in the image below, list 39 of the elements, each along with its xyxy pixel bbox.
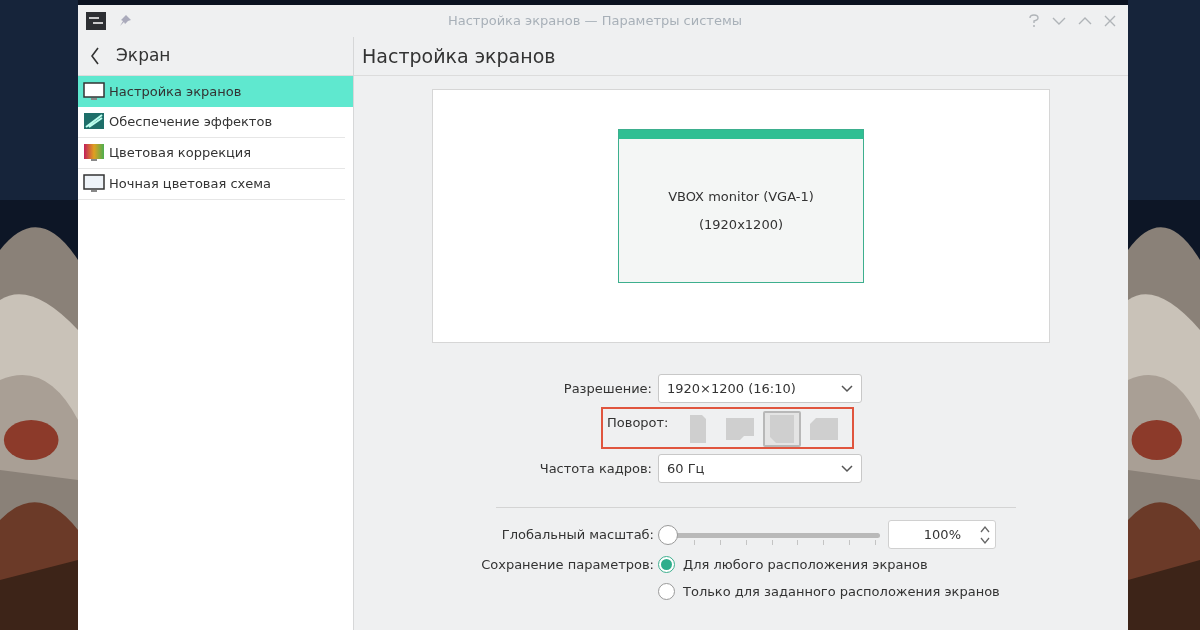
field-label: Разрешение: — [562, 379, 653, 398]
color-icon — [83, 143, 105, 163]
monitor-tile[interactable]: VBOX monitor (VGA-1) (1920x1200) — [618, 129, 864, 283]
rotation-icon — [689, 415, 706, 443]
radio-label: Только для заданного расположения экранов — [683, 582, 1000, 601]
field-label: Частота кадров: — [538, 459, 653, 478]
effects-icon — [83, 112, 105, 132]
chevron-down-icon — [841, 464, 853, 473]
radio-button[interactable] — [658, 582, 675, 600]
monitor-icon — [83, 81, 105, 102]
minimize-icon[interactable] — [1052, 16, 1066, 26]
radio-option[interactable]: Только для заданного расположения экранов — [658, 581, 1050, 601]
section-title: Экран — [116, 44, 171, 68]
field-label: Поворот: — [607, 414, 669, 432]
pin-icon[interactable] — [118, 14, 132, 28]
sidebar-item[interactable]: Настройка экранов — [78, 76, 353, 107]
help-icon[interactable] — [1028, 14, 1040, 28]
refresh-rate-dropdown[interactable]: 60 Гц — [658, 454, 862, 483]
resolution-dropdown[interactable]: 1920×1200 (16:10) — [658, 374, 862, 403]
monitor-icon — [83, 174, 105, 194]
rotation-button[interactable] — [762, 411, 801, 447]
scale-spinbox[interactable]: 100% — [888, 520, 996, 549]
monitor-name: VBOX monitor (VGA-1) — [668, 188, 814, 206]
maximize-icon[interactable] — [1078, 16, 1092, 26]
field-label: Сохранение параметров: — [480, 556, 655, 574]
radio-label: Для любого расположения экранов — [683, 556, 928, 574]
window-title: Настройка экранов — Параметры системы — [447, 12, 743, 31]
chevron-down-icon — [841, 384, 853, 393]
page-heading: Настройка экранов — [362, 43, 556, 69]
field-label: Глобальный масштаб: — [500, 525, 655, 544]
rotation-icon — [809, 418, 838, 440]
app-icon — [86, 12, 106, 30]
back-icon[interactable] — [90, 47, 100, 65]
scale-slider[interactable] — [658, 523, 880, 546]
close-icon[interactable] — [1104, 15, 1116, 27]
radio-option[interactable]: Для любого расположения экранов — [658, 555, 1050, 575]
monitor-resolution: (1920x1200) — [699, 215, 783, 234]
rotation-icon — [725, 418, 754, 440]
radio-button[interactable] — [658, 556, 675, 574]
